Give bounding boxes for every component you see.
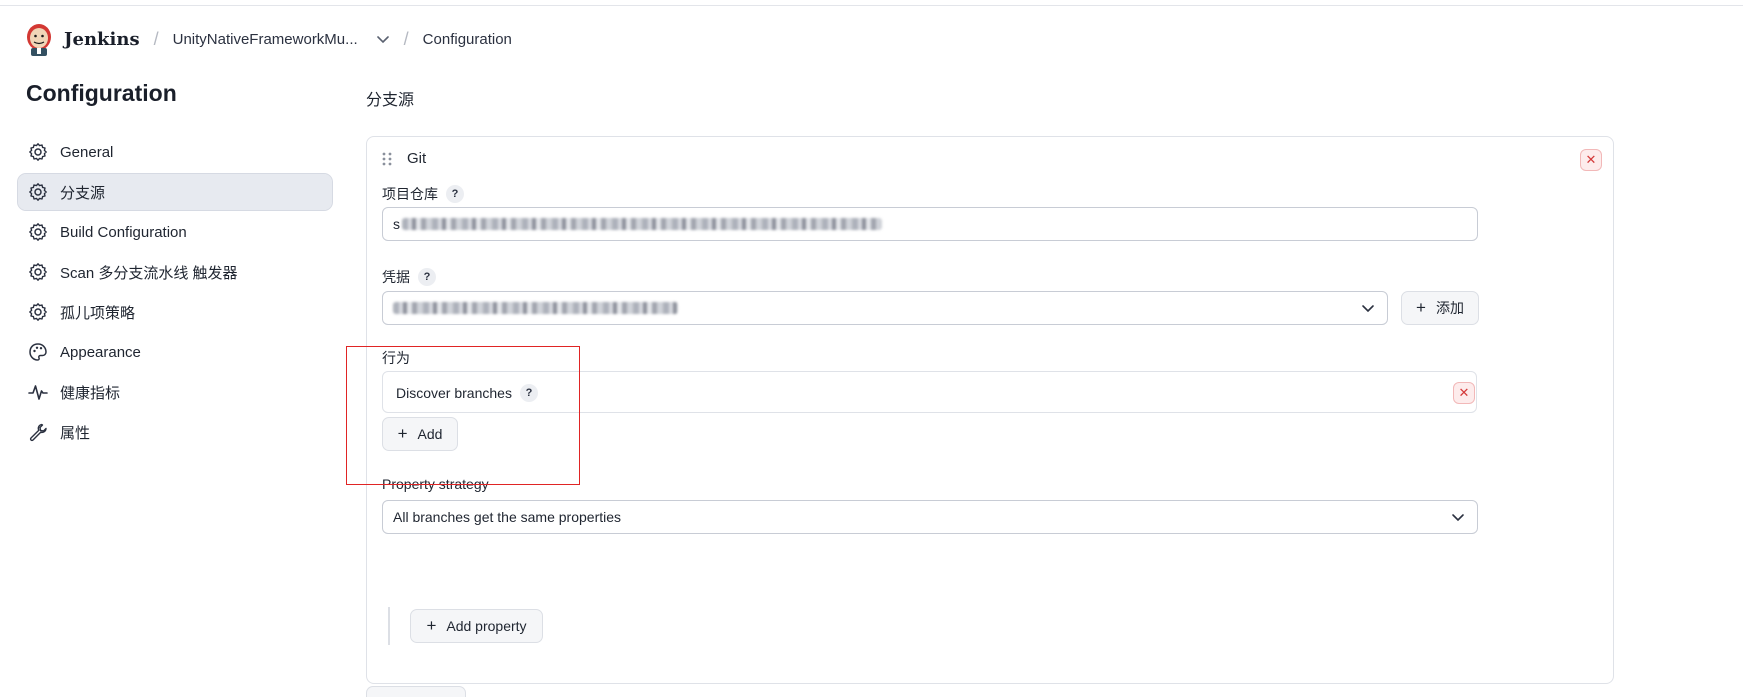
plus-icon: + (1416, 298, 1426, 317)
sidebar-item-label: 健康指标 (60, 384, 121, 402)
sidebar-title: Configuration (26, 80, 177, 106)
gear-icon (28, 302, 48, 322)
breadcrumb-page[interactable]: Configuration (423, 31, 512, 48)
breadcrumb: Jenkins / UnityNativeFrameworkMu... / Co… (24, 20, 512, 58)
chevron-down-icon (1452, 514, 1464, 522)
gear-icon (28, 142, 48, 162)
drag-handle-icon[interactable] (381, 151, 393, 167)
gear-icon (28, 262, 48, 282)
jenkins-logo-icon[interactable] (24, 21, 54, 57)
breadcrumb-separator: / (153, 28, 159, 49)
brand-name[interactable]: Jenkins (64, 29, 140, 50)
sidebar-item-branch-sources[interactable]: 分支源 (17, 173, 333, 211)
chevron-down-icon[interactable] (376, 32, 390, 46)
add-credentials-button[interactable]: + 添加 (1401, 291, 1479, 325)
plus-icon: + (426, 616, 437, 635)
property-strategy-select[interactable]: All branches get the same properties (382, 500, 1478, 534)
palette-icon (28, 342, 48, 362)
wrench-icon (28, 422, 48, 442)
git-title: Git (407, 150, 427, 167)
sidebar-item-scan-triggers[interactable]: Scan 多分支流水线 触发器 (18, 254, 332, 290)
chevron-down-icon (1362, 305, 1374, 313)
sidebar-item-label: 分支源 (60, 184, 106, 202)
add-property-button[interactable]: + Add property (410, 609, 543, 643)
sidebar-item-build-configuration[interactable]: Build Configuration (18, 214, 332, 250)
sidebar-item-label: 属性 (60, 424, 91, 442)
card-header: Git (381, 150, 426, 167)
pulse-icon (28, 382, 48, 402)
add-credentials-label: 添加 (1435, 300, 1464, 316)
sidebar-nav: General 分支源 Build Configuration Scan 多分支… (17, 134, 333, 454)
breadcrumb-project[interactable]: UnityNativeFrameworkMu... (173, 31, 358, 48)
credentials-label-row: 凭据 ? (382, 267, 436, 287)
property-indent-line (388, 607, 390, 645)
remove-behavior-button[interactable]: ✕ (1453, 382, 1475, 404)
sidebar-item-label: Build Configuration (60, 223, 187, 241)
add-property-label: Add property (446, 618, 527, 634)
sidebar-item-label: Appearance (60, 343, 141, 361)
sidebar-item-properties[interactable]: 属性 (18, 414, 332, 450)
breadcrumb-separator: / (403, 28, 409, 49)
remove-git-button[interactable]: ✕ (1580, 149, 1602, 171)
gear-icon (28, 182, 48, 202)
credentials-help-icon[interactable]: ? (418, 268, 436, 286)
sidebar-item-label: Scan 多分支流水线 触发器 (60, 264, 238, 282)
sidebar-item-orphan-strategy[interactable]: 孤儿项策略 (18, 294, 332, 330)
next-section-button[interactable] (366, 686, 466, 697)
repo-label-row: 项目仓库 ? (382, 184, 464, 204)
repo-help-icon[interactable]: ? (446, 185, 464, 203)
repo-label: 项目仓库 (382, 186, 438, 202)
repo-input[interactable]: s (382, 207, 1478, 241)
sidebar-item-label: 孤儿项策略 (60, 304, 136, 322)
sidebar-item-health-metrics[interactable]: 健康指标 (18, 374, 332, 410)
section-title: 分支源 (366, 92, 415, 109)
highlight-annotation-box (346, 346, 580, 485)
sidebar-item-label: General (60, 143, 114, 161)
repo-value-prefix: s (393, 216, 400, 232)
credentials-label: 凭据 (382, 269, 410, 285)
repo-value-redacted (402, 218, 882, 230)
top-divider (0, 5, 1743, 6)
gear-icon (28, 222, 48, 242)
credentials-select[interactable] (382, 291, 1388, 325)
sidebar-item-appearance[interactable]: Appearance (18, 334, 332, 370)
credentials-value-redacted (393, 302, 678, 314)
sidebar-item-general[interactable]: General (18, 134, 332, 170)
property-strategy-value: All branches get the same properties (393, 509, 622, 525)
